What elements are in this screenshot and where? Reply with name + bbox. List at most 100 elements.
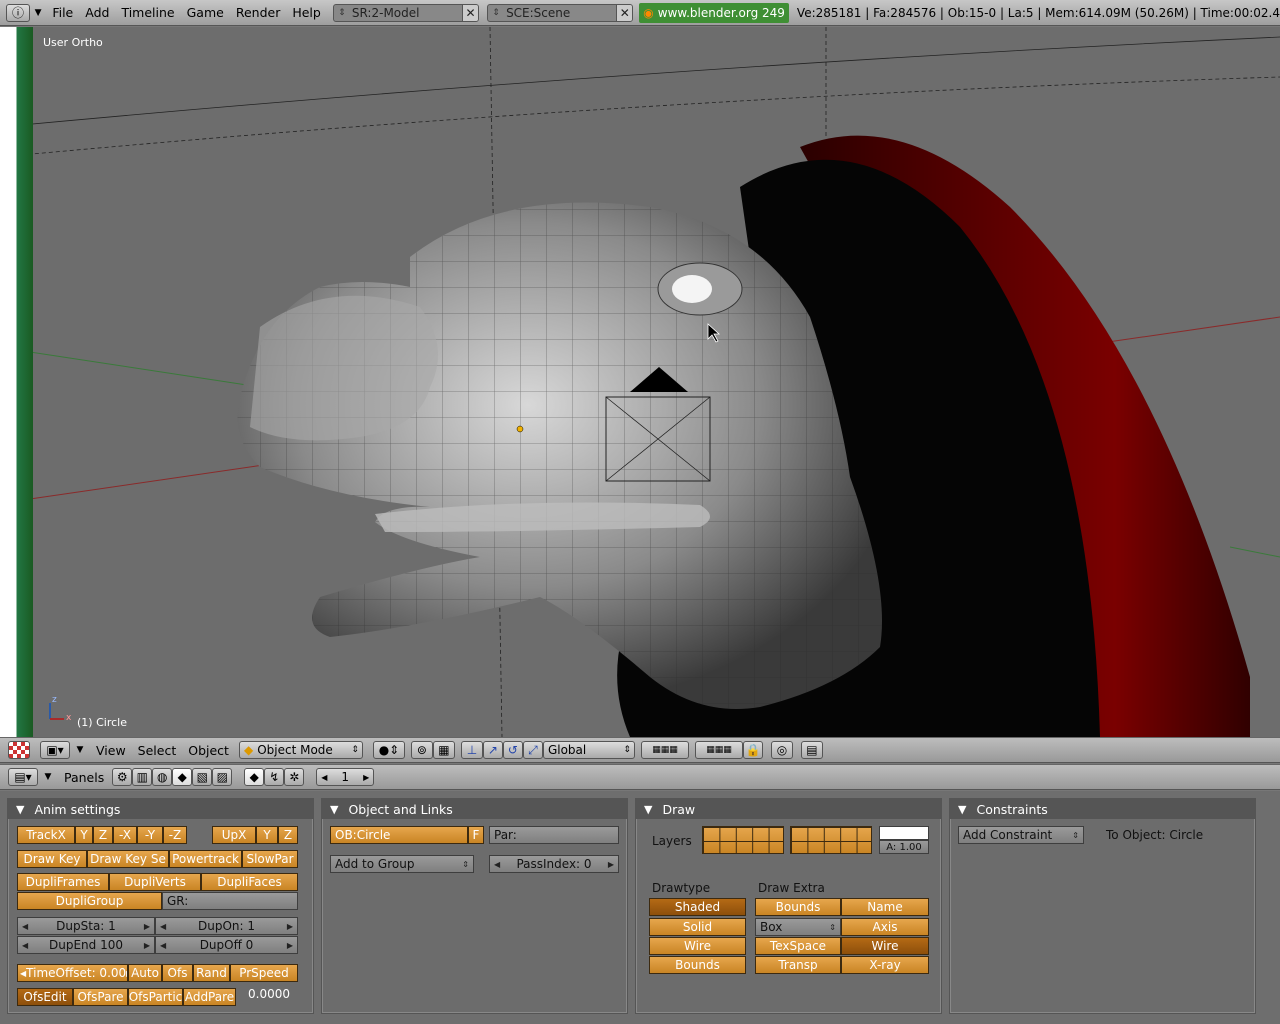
snap-icon[interactable]: ▦ xyxy=(432,741,455,759)
passindex-field[interactable]: ◀ PassIndex: 0 ▶ xyxy=(489,855,619,873)
lock-icon[interactable]: 🔒 xyxy=(742,741,763,759)
close-icon[interactable]: ✕ xyxy=(462,4,479,21)
powertrack-button[interactable]: Powertrack xyxy=(169,850,242,868)
add-constraint-menu[interactable]: Add Constraint ⇕ xyxy=(958,826,1084,844)
collapse-triangle-icon[interactable]: ▼ xyxy=(958,803,966,816)
opengl-render-icon[interactable]: ▤ xyxy=(800,741,823,759)
menu-panels[interactable]: Panels xyxy=(58,770,110,785)
dupligroup-field[interactable]: GR: xyxy=(162,892,298,910)
draw-key-button[interactable]: Draw Key xyxy=(17,850,87,868)
layer-grid-a[interactable] xyxy=(702,826,784,854)
track-negz-button[interactable]: -Z xyxy=(163,826,187,844)
wire-color-swatch[interactable] xyxy=(879,826,929,840)
bounds-type-menu[interactable]: Box ⇕ xyxy=(755,918,841,936)
translate-icon[interactable]: ↗ xyxy=(482,741,503,759)
xray-button[interactable]: X-ray xyxy=(841,956,929,974)
close-icon[interactable]: ✕ xyxy=(616,4,633,21)
collapse-triangle-icon[interactable]: ▼ xyxy=(16,803,24,816)
info-icon[interactable]: ⓘ xyxy=(6,3,30,22)
track-x-button[interactable]: TrackX xyxy=(17,826,75,844)
panel-header[interactable]: ▼ Object and Links xyxy=(322,799,627,819)
texspace-button[interactable]: TexSpace xyxy=(755,937,841,955)
object-icon[interactable]: ◆ xyxy=(172,768,193,786)
chevron-down-icon[interactable]: ▼ xyxy=(70,745,90,755)
menu-render[interactable]: Render xyxy=(230,5,287,20)
object-name-field[interactable]: OB:Circle xyxy=(330,826,468,844)
up-z-button[interactable]: Z xyxy=(278,826,298,844)
menu-add[interactable]: Add xyxy=(79,5,115,20)
name-button[interactable]: Name xyxy=(841,898,929,916)
render-icon[interactable]: ◎ xyxy=(770,741,793,759)
scene-selector[interactable]: ⇕ SCE:Scene ✕ xyxy=(487,3,634,22)
alpha-field[interactable]: A: 1.00 xyxy=(879,840,929,854)
ofs-button[interactable]: Ofs xyxy=(162,964,193,982)
dupoff-field[interactable]: ◀ DupOff 0 ▶ xyxy=(155,936,298,954)
scale-icon[interactable]: ⤢ xyxy=(522,741,543,759)
layers-icon[interactable]: ▦▦▦ xyxy=(694,741,743,759)
dupend-field[interactable]: ◀ DupEnd 100 ▶ xyxy=(17,936,155,954)
draw-key-sel-button[interactable]: Draw Key Se xyxy=(87,850,169,868)
drawtype-bounds[interactable]: Bounds xyxy=(649,956,746,974)
add-to-group-menu[interactable]: Add to Group ⇕ xyxy=(330,855,474,873)
pivot-icon[interactable]: ⊚ xyxy=(410,741,433,759)
dupligroup-button[interactable]: DupliGroup xyxy=(17,892,162,910)
menu-game[interactable]: Game xyxy=(181,5,230,20)
logic-icon[interactable]: ⚙ xyxy=(112,768,133,786)
panel-header[interactable]: ▼ Anim settings xyxy=(8,799,313,819)
script-icon[interactable]: ▥ xyxy=(132,768,153,786)
screen-selector[interactable]: ⇕ SR:2-Model ✕ xyxy=(332,3,480,22)
chevron-down-icon[interactable]: ▼ xyxy=(38,772,58,782)
layers-icon[interactable]: ▦▦▦ xyxy=(640,741,689,759)
panel-header[interactable]: ▼ Draw xyxy=(636,799,941,819)
menu-object[interactable]: Object xyxy=(182,743,235,758)
ofspare-button[interactable]: OfsPare xyxy=(73,988,128,1006)
menu-timeline[interactable]: Timeline xyxy=(115,5,180,20)
track-z-button[interactable]: Z xyxy=(93,826,113,844)
transp-button[interactable]: Transp xyxy=(755,956,841,974)
frame-field[interactable]: ◀ 1 ▶ xyxy=(316,768,375,786)
parent-field[interactable]: Par: xyxy=(489,826,619,844)
orientation-selector[interactable]: Global ⇕ xyxy=(542,741,635,759)
dupon-field[interactable]: ◀ DupOn: 1 ▶ xyxy=(155,917,298,935)
editor-type-icon[interactable]: ▤▾ xyxy=(8,768,38,786)
menu-view[interactable]: View xyxy=(90,743,132,758)
scene-icon[interactable]: ▨ xyxy=(212,768,233,786)
object-context-icon[interactable]: ◆ xyxy=(244,768,265,786)
layer-grid-b[interactable] xyxy=(790,826,872,854)
blender-url[interactable]: ◉ www.blender.org 249 xyxy=(639,2,789,23)
addpare-button[interactable]: AddPare xyxy=(183,988,236,1006)
drawtype-solid[interactable]: Solid xyxy=(649,918,746,936)
ofsedit-button[interactable]: OfsEdit xyxy=(17,988,73,1006)
menu-file[interactable]: File xyxy=(46,5,79,20)
up-y-button[interactable]: Y xyxy=(256,826,278,844)
menu-select[interactable]: Select xyxy=(132,743,183,758)
slowpar-button[interactable]: SlowPar xyxy=(242,850,298,868)
manipulator-icon[interactable]: ⊥ xyxy=(460,741,483,759)
checker-icon[interactable] xyxy=(8,741,30,759)
duplifaces-button[interactable]: DupliFaces xyxy=(201,873,298,891)
extra-wire-button[interactable]: Wire xyxy=(841,937,929,955)
dupsta-field[interactable]: ◀ DupSta: 1 ▶ xyxy=(17,917,155,935)
mode-selector[interactable]: ◆ Object Mode ⇕ xyxy=(238,741,363,759)
drawtype-shaded[interactable]: Shaded xyxy=(649,898,746,916)
track-y-button[interactable]: Y xyxy=(75,826,93,844)
dupliframes-button[interactable]: DupliFrames xyxy=(17,873,109,891)
dupliverts-button[interactable]: DupliVerts xyxy=(109,873,201,891)
editing-icon[interactable]: ▧ xyxy=(192,768,213,786)
up-x-button[interactable]: UpX xyxy=(212,826,256,844)
menu-help[interactable]: Help xyxy=(286,5,327,20)
shading-selector[interactable]: ●⇕ xyxy=(372,741,405,759)
physics-icon[interactable]: ↯ xyxy=(264,768,285,786)
track-negy-button[interactable]: -Y xyxy=(137,826,163,844)
track-negx-button[interactable]: -X xyxy=(113,826,137,844)
ofspartic-button[interactable]: OfsPartic xyxy=(128,988,183,1006)
auto-button[interactable]: Auto xyxy=(128,964,162,982)
chevron-down-icon[interactable]: ▼ xyxy=(30,8,46,18)
shading-icon[interactable]: ◍ xyxy=(152,768,173,786)
extra-bounds-button[interactable]: Bounds xyxy=(755,898,841,916)
editor-type-icon[interactable]: ▣▾ xyxy=(40,741,70,759)
panel-header[interactable]: ▼ Constraints xyxy=(950,799,1255,819)
collapse-triangle-icon[interactable]: ▼ xyxy=(644,803,652,816)
collapse-triangle-icon[interactable]: ▼ xyxy=(330,803,338,816)
rotate-icon[interactable]: ↺ xyxy=(502,741,523,759)
